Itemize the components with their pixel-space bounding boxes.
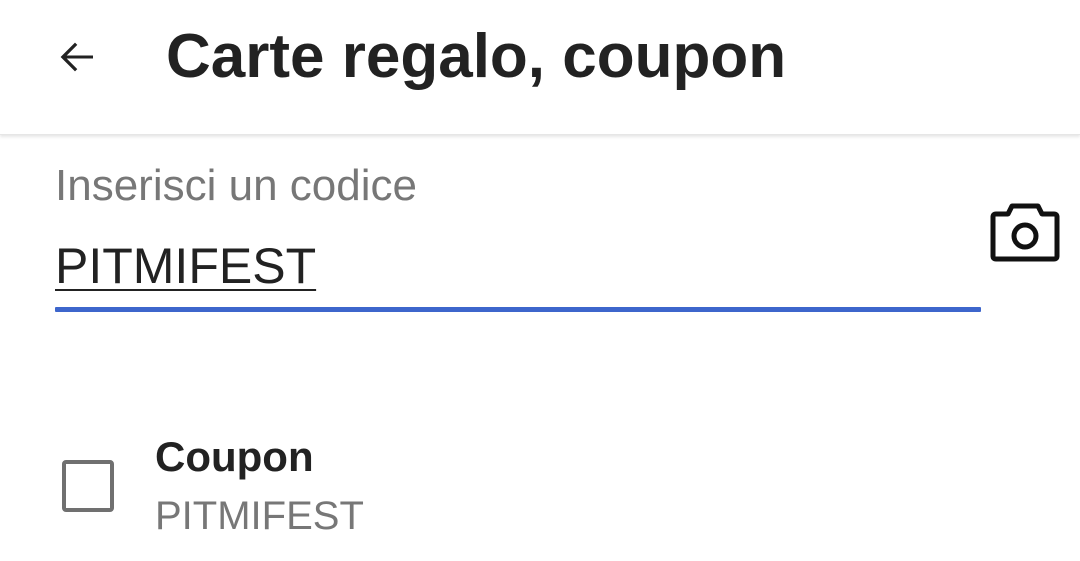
coupon-checkbox[interactable] (62, 460, 114, 512)
top-app-bar: Carte regalo, coupon (0, 0, 1080, 135)
coupon-list-item[interactable]: Coupon PITMIFEST (0, 420, 1080, 550)
coupon-screen: Carte regalo, coupon Inserisci un codice… (0, 0, 1080, 561)
back-button[interactable] (44, 24, 110, 90)
arrow-left-icon (60, 42, 93, 72)
code-field-label: Inserisci un codice (55, 161, 417, 210)
camera-icon (990, 203, 1060, 262)
code-field: Inserisci un codice (55, 156, 981, 312)
code-input[interactable] (55, 234, 981, 298)
coupon-code: PITMIFEST (155, 494, 364, 538)
coupon-title: Coupon (155, 433, 314, 480)
scan-code-button[interactable] (986, 198, 1064, 268)
code-field-underline (55, 307, 981, 312)
page-title: Carte regalo, coupon (166, 22, 787, 91)
